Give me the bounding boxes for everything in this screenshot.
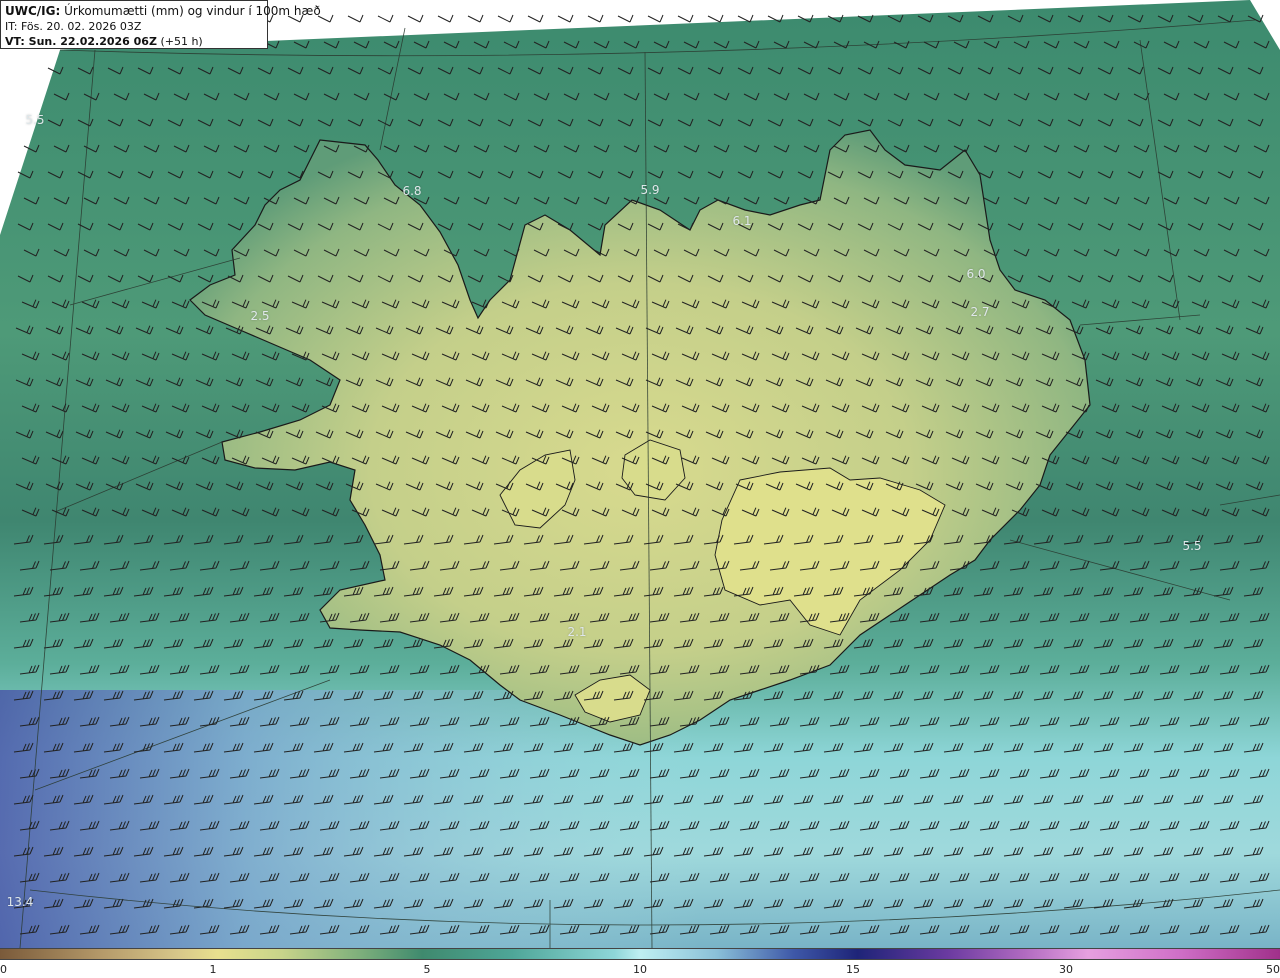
wind-barb [557, 14, 574, 23]
colorbar-tick-15: 15 [846, 963, 860, 976]
label-north-coast: 5.9 [640, 183, 660, 197]
wind-barb [407, 14, 424, 23]
colorbar-tick-10: 10 [633, 963, 647, 976]
label-east-land: 2.7 [970, 305, 990, 319]
wind-barb [497, 14, 514, 23]
product-code: UWC/IG: [5, 4, 61, 18]
label-sw-ocean: 13.4 [6, 895, 34, 909]
wind-barb [737, 14, 754, 23]
colorbar-tick-5: 5 [423, 963, 431, 976]
wind-barb [467, 14, 484, 23]
label-northeast-bay: 6.1 [732, 214, 752, 228]
wind-barb [647, 14, 664, 23]
product-description: Úrkomumætti (mm) og vindur í 100m hæð [64, 4, 321, 18]
forecast-hour: (+51 h) [160, 35, 203, 48]
colorbar-tick-0: 0 [0, 963, 7, 976]
colorbar-tick-1: 1 [209, 963, 217, 976]
label-westfjords-south: 2.5 [250, 309, 270, 323]
label-south-land: 2.1 [567, 625, 587, 639]
title-line: UWC/IG: Úrkomumætti (mm) og vindur í 100… [5, 4, 321, 19]
valid-time: VT: Sun. 22.02.2026 06Z [5, 35, 157, 48]
map-view[interactable]: 5.5 6.8 5.9 6.1 6.0 2.7 2.5 2.1 5.5 13.4 UWC/IG: … [0, 0, 1280, 978]
map-title-box: UWC/IG: Úrkomumætti (mm) og vindur í 100… [0, 0, 321, 49]
colorbar-tick-50: 50 [1266, 963, 1280, 976]
wind-barb [587, 14, 604, 23]
precipitation-map [0, 0, 1280, 948]
label-east-ocean: 5.5 [1182, 539, 1202, 553]
label-east-coast: 6.0 [966, 267, 986, 281]
colorbar-strip [0, 948, 1280, 960]
colorbar: 0 1 5 10 15 30 50 [0, 948, 1280, 978]
wind-barb [677, 14, 694, 23]
wind-barb [617, 14, 634, 23]
wind-barb [527, 14, 544, 23]
wind-barb [707, 14, 724, 23]
label-westfjords-north: 6.8 [402, 184, 422, 198]
wind-barb [347, 14, 364, 23]
label-nw-ocean: 5.5 [25, 113, 45, 127]
colorbar-tick-30: 30 [1059, 963, 1073, 976]
wind-barb [377, 14, 394, 23]
wind-barb [437, 14, 454, 23]
valid-time-line: VT: Sun. 22.02.2026 06Z (+51 h) [5, 34, 263, 49]
init-time: IT: Fös. 20. 02. 2026 03Z [5, 20, 142, 33]
